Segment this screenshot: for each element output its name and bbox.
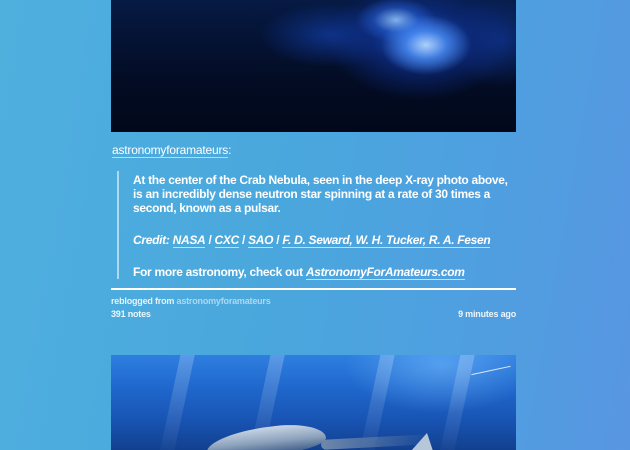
light-streak <box>471 365 511 376</box>
more-link[interactable]: AstronomyForAmateurs.com <box>305 265 465 280</box>
quote-credit: Credit: NASA / CXC / SAO / F. D. Seward,… <box>133 233 518 248</box>
post-timestamp[interactable]: 9 minutes ago <box>458 309 516 319</box>
more-prefix: For more astronomy, check out <box>133 265 306 279</box>
credit-separator: / <box>205 233 215 247</box>
post-divider <box>111 288 516 290</box>
credit-separator: / <box>238 233 249 247</box>
light-ray <box>437 355 479 450</box>
light-ray <box>157 355 199 450</box>
notes-count[interactable]: 391 notes <box>111 309 516 319</box>
post-source: astronomyforamateurs: <box>112 143 232 158</box>
reblogged-from-link[interactable]: astronomyforamateurs <box>177 296 271 306</box>
post-photo-crab-nebula[interactable] <box>111 0 516 132</box>
notes-label[interactable]: 391 notes <box>111 309 151 319</box>
credit-link-nasa[interactable]: NASA <box>172 233 206 248</box>
post-photo-aquarium[interactable] <box>111 355 516 450</box>
credit-link-authors[interactable]: F. D. Seward, W. H. Tucker, R. A. Fesen <box>282 233 491 248</box>
source-suffix: : <box>228 143 232 157</box>
credit-separator: / <box>273 233 283 247</box>
quote-more: For more astronomy, check out AstronomyF… <box>133 265 518 280</box>
post-quote: At the center of the Crab Nebula, seen i… <box>117 171 512 280</box>
credit-link-cxc[interactable]: CXC <box>214 233 239 248</box>
source-username-link[interactable]: astronomyforamateurs <box>112 143 228 158</box>
reblog-info: reblogged from astronomyforamateurs <box>111 296 516 306</box>
reblogged-from-label: reblogged from <box>111 296 175 306</box>
credit-label: Credit: <box>133 233 170 247</box>
credit-link-sao[interactable]: SAO <box>248 233 274 248</box>
whale-shark-fin <box>411 433 433 450</box>
quote-paragraph: At the center of the Crab Nebula, seen i… <box>133 173 508 215</box>
